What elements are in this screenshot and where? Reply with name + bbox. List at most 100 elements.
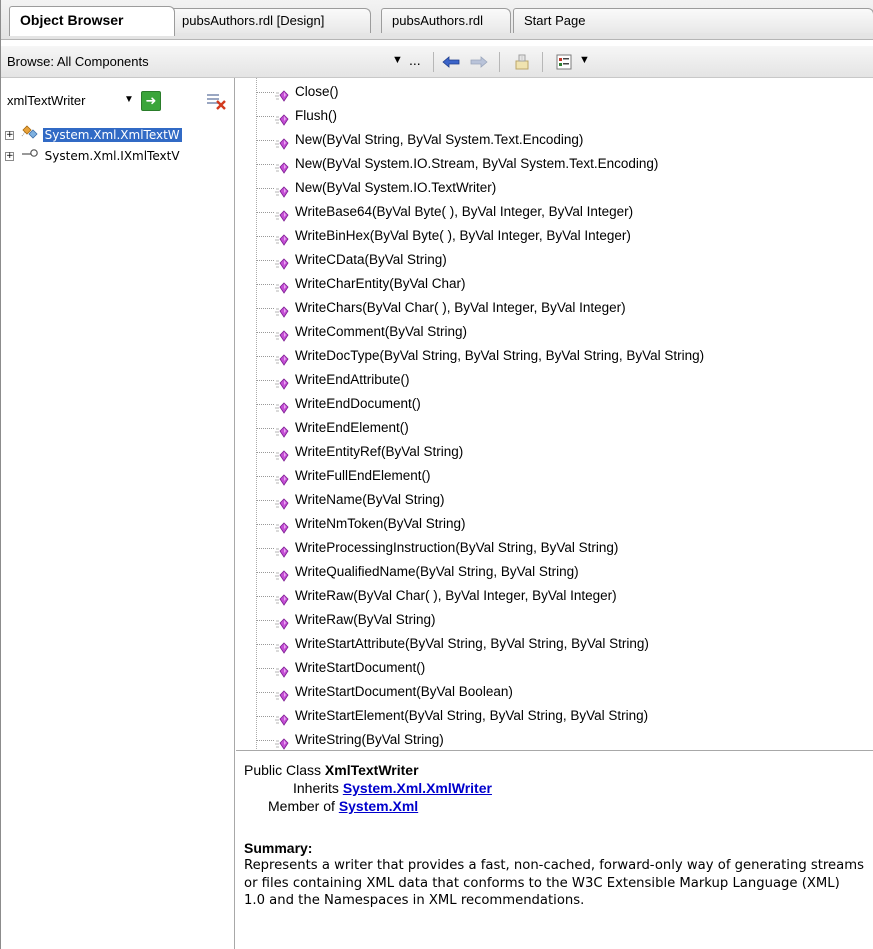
objects-pane: xmlTextWriter ▼ ➜ + System.Xml.XmlTextW … xyxy=(1,78,235,949)
toolbar-separator xyxy=(499,52,500,72)
member-label: Close() xyxy=(295,84,339,99)
member-item[interactable]: Close() xyxy=(256,80,339,104)
member-item[interactable]: WriteEndDocument() xyxy=(256,392,421,416)
member-item[interactable]: WriteChars(ByVal Char( ), ByVal Integer,… xyxy=(256,296,626,320)
search-go-icon[interactable]: ➜ xyxy=(141,91,161,111)
member-item[interactable]: New(ByVal System.IO.Stream, ByVal System… xyxy=(256,152,658,176)
forward-arrow-icon[interactable] xyxy=(469,52,489,72)
member-of-label: Member of xyxy=(268,798,339,814)
member-item[interactable]: WriteCData(ByVal String) xyxy=(256,248,447,272)
tree-node-xmltextwriter[interactable]: + System.Xml.XmlTextW xyxy=(5,124,182,144)
document-tab-strip: pubsAuthors.rdl [Design] pubsAuthors.rdl… xyxy=(1,0,873,40)
member-label: WriteStartDocument(ByVal Boolean) xyxy=(295,684,513,699)
search-input[interactable]: xmlTextWriter xyxy=(7,93,85,108)
tab-start-page[interactable]: Start Page xyxy=(513,8,873,33)
method-icon xyxy=(275,374,289,391)
method-icon xyxy=(275,302,289,319)
member-item[interactable]: WriteProcessingInstruction(ByVal String,… xyxy=(256,536,618,560)
member-label: WriteName(ByVal String) xyxy=(295,492,445,507)
tree-connector xyxy=(256,403,274,405)
member-item[interactable]: WriteDocType(ByVal String, ByVal String,… xyxy=(256,344,704,368)
method-icon xyxy=(275,230,289,247)
member-item[interactable]: New(ByVal String, ByVal System.Text.Enco… xyxy=(256,128,583,152)
member-item[interactable]: WriteFullEndElement() xyxy=(256,464,431,488)
tree-node-ixmltextwriter[interactable]: + System.Xml.IXmlTextV xyxy=(5,145,182,165)
member-item[interactable]: WriteStartElement(ByVal String, ByVal St… xyxy=(256,704,648,728)
member-item[interactable]: New(ByVal System.IO.TextWriter) xyxy=(256,176,496,200)
member-item[interactable]: WriteName(ByVal String) xyxy=(256,488,445,512)
method-icon xyxy=(275,662,289,679)
method-icon xyxy=(275,734,289,750)
method-icon xyxy=(275,206,289,223)
member-label: New(ByVal System.IO.TextWriter) xyxy=(295,180,497,195)
method-icon xyxy=(275,446,289,463)
tab-pubsauthors-rdl[interactable]: pubsAuthors.rdl xyxy=(381,8,511,33)
method-icon xyxy=(275,614,289,631)
inherits-link[interactable]: System.Xml.XmlWriter xyxy=(343,780,492,796)
tree-connector xyxy=(256,307,274,309)
browse-scope-label[interactable]: Browse: All Components xyxy=(7,54,149,69)
tree-connector xyxy=(256,331,274,333)
member-item[interactable]: WriteComment(ByVal String) xyxy=(256,320,467,344)
tree-connector xyxy=(256,643,274,645)
toolbar-separator xyxy=(542,52,543,72)
member-label: WriteCData(ByVal String) xyxy=(295,252,447,267)
member-label: Flush() xyxy=(295,108,338,123)
method-icon xyxy=(275,110,289,127)
method-icon xyxy=(275,86,289,103)
expand-icon[interactable]: + xyxy=(5,151,14,161)
member-item[interactable]: WriteBinHex(ByVal Byte( ), ByVal Integer… xyxy=(256,224,631,248)
tree-connector xyxy=(256,475,274,477)
description-pane: Public Class XmlTextWriter Inherits Syst… xyxy=(236,752,873,949)
member-item[interactable]: WriteEndElement() xyxy=(256,416,409,440)
tab-label: pubsAuthors.rdl xyxy=(392,13,484,28)
member-label: WriteBase64(ByVal Byte( ), ByVal Integer… xyxy=(295,204,634,219)
member-item[interactable]: WriteBase64(ByVal Byte( ), ByVal Integer… xyxy=(256,200,633,224)
member-label: WriteNmToken(ByVal String) xyxy=(295,516,466,531)
browse-scope-dropdown-arrow-icon[interactable]: ▼ xyxy=(392,54,403,66)
search-history-dropdown-arrow-icon[interactable]: ▼ xyxy=(124,94,134,105)
member-label: WriteStartElement(ByVal String, ByVal St… xyxy=(295,708,649,723)
member-item[interactable]: WriteEntityRef(ByVal String) xyxy=(256,440,463,464)
member-label: WriteComment(ByVal String) xyxy=(295,324,468,339)
tree-connector xyxy=(256,595,274,597)
tree-connector xyxy=(256,523,274,525)
clear-search-icon[interactable] xyxy=(205,91,227,111)
settings-dropdown-arrow-icon[interactable]: ▼ xyxy=(579,54,590,66)
edit-custom-component-set-button[interactable]: ... xyxy=(409,52,421,68)
member-item[interactable]: WriteCharEntity(ByVal Char) xyxy=(256,272,466,296)
back-arrow-icon[interactable] xyxy=(441,52,461,72)
tab-pubsauthors-design[interactable]: pubsAuthors.rdl [Design] xyxy=(171,8,371,33)
tree-connector xyxy=(256,667,274,669)
method-icon xyxy=(275,686,289,703)
member-item[interactable]: WriteQualifiedName(ByVal String, ByVal S… xyxy=(256,560,579,584)
member-item[interactable]: WriteString(ByVal String) xyxy=(256,728,444,750)
object-browser-settings-icon[interactable] xyxy=(554,52,574,72)
method-icon xyxy=(275,638,289,655)
toolbar-separator xyxy=(433,52,434,72)
member-label: WriteRaw(ByVal String) xyxy=(295,612,436,627)
method-icon xyxy=(275,566,289,583)
tree-connector xyxy=(256,91,274,93)
member-label: WriteQualifiedName(ByVal String, ByVal S… xyxy=(295,564,579,579)
tab-object-browser[interactable]: Object Browser xyxy=(9,6,175,36)
class-declaration: Public Class XmlTextWriter xyxy=(244,762,419,779)
member-item[interactable]: WriteStartAttribute(ByVal String, ByVal … xyxy=(256,632,649,656)
member-label: WriteEndDocument() xyxy=(295,396,421,411)
search-row: xmlTextWriter ▼ ➜ xyxy=(7,90,229,114)
member-item[interactable]: WriteRaw(ByVal Char( ), ByVal Integer, B… xyxy=(256,584,617,608)
member-label: WriteFullEndElement() xyxy=(295,468,431,483)
method-icon xyxy=(275,134,289,151)
expand-icon[interactable]: + xyxy=(5,130,14,140)
member-item[interactable]: Flush() xyxy=(256,104,337,128)
member-item[interactable]: WriteStartDocument(ByVal Boolean) xyxy=(256,680,513,704)
member-item[interactable]: WriteRaw(ByVal String) xyxy=(256,608,436,632)
tree-connector xyxy=(256,715,274,717)
member-of-link[interactable]: System.Xml xyxy=(339,798,418,814)
member-item[interactable]: WriteNmToken(ByVal String) xyxy=(256,512,466,536)
browse-toolbar: Browse: All Components ▼ ... ▼ xyxy=(1,46,873,78)
tree-connector xyxy=(256,427,274,429)
member-item[interactable]: WriteStartDocument() xyxy=(256,656,425,680)
member-item[interactable]: WriteEndAttribute() xyxy=(256,368,410,392)
add-reference-icon[interactable] xyxy=(512,52,532,72)
